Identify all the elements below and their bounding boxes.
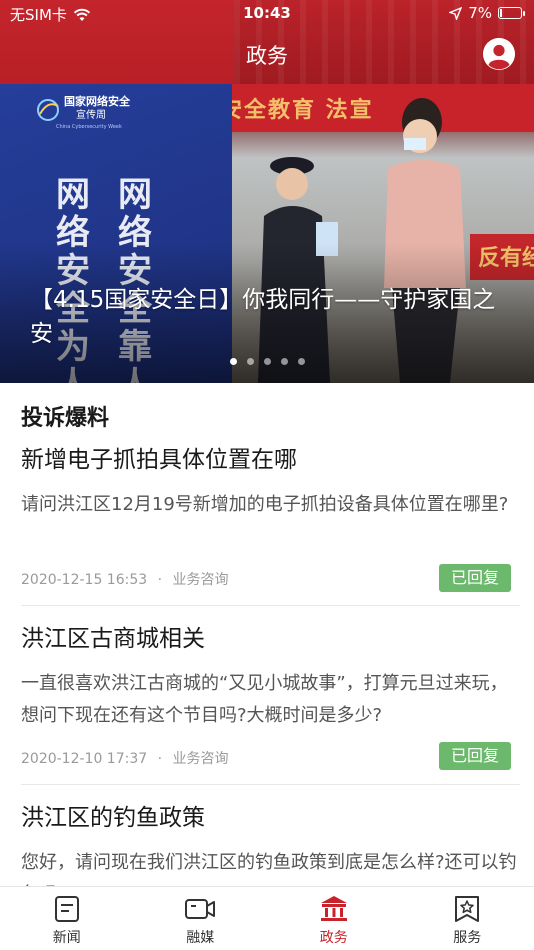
tab-label: 新闻 <box>52 930 81 946</box>
carousel-dot[interactable] <box>280 358 288 365</box>
tab-label: 服务 <box>453 930 482 946</box>
tab-label: 融媒 <box>186 930 215 946</box>
tab-label: 政务 <box>319 930 348 946</box>
item-date: 2020-12-15 16:53 <box>21 572 148 588</box>
meta-separator: · <box>157 572 163 588</box>
list-item[interactable]: 洪江区古商城相关 一直很喜欢洪江古商城的“又见小城故事”，打算元旦过来玩，想问下… <box>21 624 520 770</box>
item-category: 业务咨询 <box>172 751 229 767</box>
battery-level <box>500 9 502 17</box>
app-header: 无SIM卡 10:43 7% 政务 <box>0 0 534 84</box>
bottom-tab-bar: 新闻 融媒 政务 服务 <box>0 886 534 950</box>
carousel-indicator <box>0 358 534 365</box>
tab-media[interactable]: 融媒 <box>134 887 268 950</box>
banner-carousel[interactable]: 家安全教育 法宣 国家网络安全 宣传周 China Cybersecurity … <box>0 84 534 383</box>
status-badge: 已回复 <box>439 742 511 770</box>
item-body: 一直很喜欢洪江古商城的“又见小城故事”，打算元旦过来玩，想问下现在还有这个节目吗… <box>21 673 508 726</box>
location-arrow-icon <box>449 6 463 20</box>
section-title: 投诉爆料 <box>21 406 110 431</box>
divider <box>21 605 520 606</box>
cybersecurity-week-logo: 国家网络安全 宣传周 China Cybersecurity Week <box>37 94 131 130</box>
item-category: 业务咨询 <box>172 572 229 588</box>
divider <box>21 784 520 785</box>
status-badge: 已回复 <box>439 564 511 592</box>
carousel-dot[interactable] <box>297 358 305 365</box>
logo-english: China Cybersecurity Week <box>56 124 122 130</box>
item-meta: 2020-12-10 17:37 · 业务咨询 <box>21 748 229 768</box>
status-right: 7% <box>449 4 525 22</box>
logo-subtitle: 宣传周 <box>76 108 106 121</box>
carousel-dot[interactable] <box>246 358 254 365</box>
item-body: 请问洪江区12月19号新增加的电子抓拍设备具体位置在哪里? <box>21 494 509 515</box>
slogan-char: 网 <box>56 175 90 215</box>
status-bar: 无SIM卡 10:43 7% <box>0 0 534 28</box>
battery-percent: 7% <box>468 4 492 22</box>
item-title[interactable]: 洪江区古商城相关 <box>21 624 520 654</box>
government-icon <box>320 896 347 921</box>
user-profile-button[interactable] <box>483 38 515 70</box>
service-icon <box>455 896 480 922</box>
banner-caption[interactable]: 【4.15国家安全日】你我同行——守护家国之安 <box>30 283 500 351</box>
tab-government[interactable]: 政务 <box>267 887 401 950</box>
slogan-char: 网 <box>118 175 152 215</box>
page-title: 政务 <box>246 44 288 68</box>
logo-title: 国家网络安全 <box>64 94 131 108</box>
tab-news[interactable]: 新闻 <box>0 887 134 950</box>
list-item[interactable]: 洪江区的钓鱼政策 您好，请问现在我们洪江区的钓鱼政策到底是怎么样?还可以钓鱼吗? <box>21 803 520 886</box>
news-icon <box>54 896 79 922</box>
user-icon <box>483 38 515 70</box>
item-title[interactable]: 洪江区的钓鱼政策 <box>21 803 520 833</box>
item-body: 您好，请问现在我们洪江区的钓鱼政策到底是怎么样?还可以钓鱼吗? <box>21 852 517 886</box>
list-item[interactable]: 新增电子抓拍具体位置在哪 请问洪江区12月19号新增加的电子抓拍设备具体位置在哪… <box>21 445 520 592</box>
carousel-dot[interactable] <box>263 358 271 365</box>
video-icon <box>185 899 216 919</box>
tab-service[interactable]: 服务 <box>401 887 534 950</box>
item-date: 2020-12-10 17:37 <box>21 751 148 767</box>
battery-icon <box>498 7 525 19</box>
item-meta: 2020-12-15 16:53 · 业务咨询 <box>21 569 229 589</box>
meta-separator: · <box>157 751 163 767</box>
carousel-dot[interactable] <box>229 358 237 365</box>
item-title[interactable]: 新增电子抓拍具体位置在哪 <box>21 445 520 475</box>
